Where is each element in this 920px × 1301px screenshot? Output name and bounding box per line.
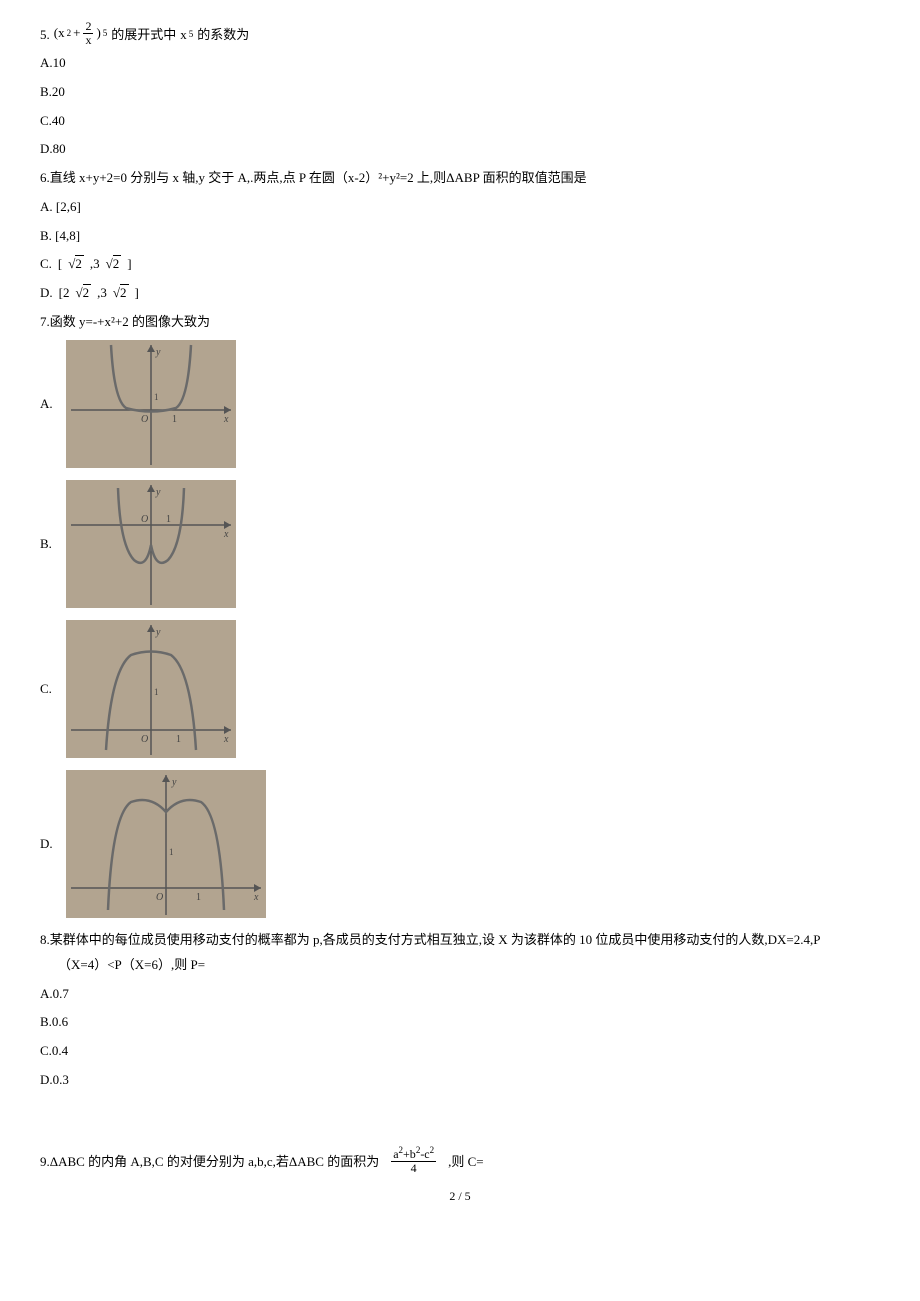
- graph-c-image: O 1 y x 1: [66, 620, 236, 758]
- svg-text:1: 1: [154, 392, 159, 402]
- q8-stem-line2: （X=4）<P（X=6）,则 P=: [40, 953, 880, 978]
- q7-option-b: B. O 1 y x: [40, 474, 880, 614]
- sqrt-icon: 2: [75, 281, 91, 306]
- svg-text:O: O: [141, 514, 148, 525]
- q7-option-c: C. O 1 y x 1: [40, 614, 880, 764]
- page-number: 2 / 5: [40, 1185, 880, 1208]
- svg-text:1: 1: [166, 514, 171, 525]
- q5-text-mid: 的展开式中: [111, 23, 176, 48]
- question-7: 7.函数 y=-+x²+2 的图像大致为 A. O 1 y x 1 B.: [40, 310, 880, 925]
- q5-option-d: D.80: [40, 137, 880, 162]
- svg-text:y: y: [171, 777, 177, 788]
- graph-d-image: O 1 y x 1: [66, 770, 266, 918]
- svg-text:O: O: [156, 892, 163, 903]
- q5-stem: 5. (x2 + 2 x )5 的展开式中 x5 的系数为: [40, 20, 880, 47]
- q6-option-b: B. [4,8]: [40, 224, 880, 249]
- q8-stem-line1: 8.某群体中的每位成员使用移动支付的概率都为 p,各成员的支付方式相互独立,设 …: [40, 928, 880, 953]
- fraction-icon: a2+b2-c2 4: [391, 1146, 436, 1175]
- svg-text:O: O: [141, 414, 148, 425]
- svg-text:x: x: [223, 734, 229, 745]
- svg-text:x: x: [223, 529, 229, 540]
- question-5: 5. (x2 + 2 x )5 的展开式中 x5 的系数为 A.10 B.20 …: [40, 20, 880, 162]
- q5-option-a: A.10: [40, 51, 880, 76]
- graph-b-image: O 1 y x: [66, 480, 236, 608]
- svg-text:1: 1: [196, 892, 201, 903]
- q9-stem: 9.ΔABC 的内角 A,B,C 的对便分别为 a,b,c,若ΔABC 的面积为…: [40, 1146, 880, 1175]
- svg-text:1: 1: [154, 687, 159, 697]
- question-6: 6.直线 x+y+2=0 分别与 x 轴,y 交于 A,.两点,点 P 在圆（x…: [40, 166, 880, 305]
- q6-option-c: C. [2,32]: [40, 252, 880, 277]
- q5-option-b: B.20: [40, 80, 880, 105]
- svg-text:O: O: [141, 734, 148, 745]
- sqrt-icon: 2: [68, 252, 84, 277]
- svg-text:y: y: [155, 347, 161, 358]
- q6-option-a: A. [2,6]: [40, 195, 880, 220]
- svg-text:y: y: [155, 487, 161, 498]
- question-9: 9.ΔABC 的内角 A,B,C 的对便分别为 a,b,c,若ΔABC 的面积为…: [40, 1146, 880, 1175]
- q8-option-a: A.0.7: [40, 982, 880, 1007]
- question-8: 8.某群体中的每位成员使用移动支付的概率都为 p,各成员的支付方式相互独立,设 …: [40, 928, 880, 1092]
- q8-option-c: C.0.4: [40, 1039, 880, 1064]
- q5-number: 5.: [40, 23, 50, 48]
- sqrt-icon: 2: [113, 281, 129, 306]
- q7-option-a: A. O 1 y x 1: [40, 334, 880, 474]
- graph-a-image: O 1 y x 1: [66, 340, 236, 468]
- q8-option-b: B.0.6: [40, 1010, 880, 1035]
- q8-option-d: D.0.3: [40, 1068, 880, 1093]
- svg-text:x: x: [253, 892, 259, 903]
- q7-stem: 7.函数 y=-+x²+2 的图像大致为: [40, 310, 880, 335]
- svg-text:1: 1: [176, 734, 181, 745]
- q5-option-c: C.40: [40, 109, 880, 134]
- sqrt-icon: 2: [106, 252, 122, 277]
- q9-part2: ,则 C=: [448, 1150, 484, 1175]
- svg-text:x: x: [223, 414, 229, 425]
- svg-text:1: 1: [172, 414, 177, 425]
- q6-stem: 6.直线 x+y+2=0 分别与 x 轴,y 交于 A,.两点,点 P 在圆（x…: [40, 166, 880, 191]
- q5-formula: (x2 + 2 x )5: [54, 20, 108, 47]
- svg-text:1: 1: [169, 847, 174, 857]
- svg-text:y: y: [155, 627, 161, 638]
- q9-part1: 9.ΔABC 的内角 A,B,C 的对便分别为 a,b,c,若ΔABC 的面积为: [40, 1150, 379, 1175]
- q5-x5: x5: [180, 23, 193, 48]
- q7-option-d: D. O 1 y x 1: [40, 764, 880, 924]
- q6-option-d: D. [22,32]: [40, 281, 880, 306]
- fraction-icon: 2 x: [83, 20, 93, 47]
- q5-text-end: 的系数为: [197, 23, 249, 48]
